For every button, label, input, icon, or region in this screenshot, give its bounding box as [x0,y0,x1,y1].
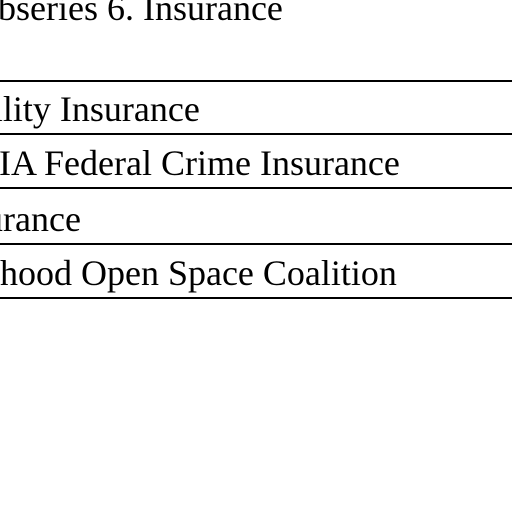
table-rule [0,187,512,189]
document-page: Subseries 6. Insurance General Liability… [0,0,512,512]
table-rule [0,133,512,135]
list-item-title: General Liability Insurance [0,89,200,129]
list-item-title: Neighborhood Open Space Coalition [0,253,397,293]
table-rule-bottom [0,297,512,299]
list-item-title: FIA Federal Crime Insurance [0,143,400,183]
list-item-title: Insurance [0,199,81,239]
subseries-heading: Subseries 6. Insurance [0,0,283,28]
table-rule-top [0,80,512,82]
table-rule [0,243,512,245]
